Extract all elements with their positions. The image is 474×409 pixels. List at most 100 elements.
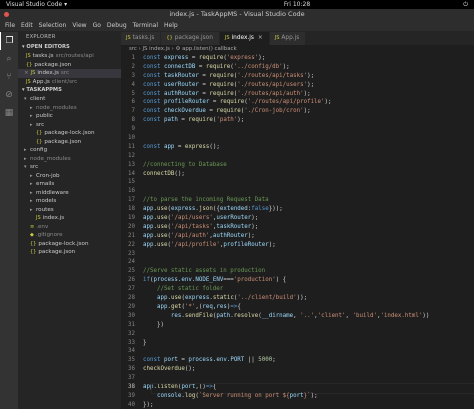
code-line[interactable]: 3 const taskRouter = require('./routes/ap… [121, 72, 474, 81]
menu-file[interactable]: File [2, 20, 18, 31]
tree-file[interactable]: ≡ .env [18, 223, 121, 232]
code-line[interactable]: 20 app.use('/api/tasks',taskRouter); [121, 223, 474, 232]
tree-folder[interactable]: ▸ emails [18, 180, 121, 189]
code-token: = [195, 63, 206, 70]
open-editor-item[interactable]: × JS index.js src [18, 69, 121, 78]
code-line[interactable]: 15 [121, 178, 474, 187]
code-line[interactable]: 4 const userRouter = require('./routes/ap… [121, 81, 474, 90]
code-line[interactable]: 37 [121, 374, 474, 383]
code-line[interactable]: 9 [121, 125, 474, 134]
tab-package-json[interactable]: {} package.json [161, 32, 220, 45]
files-icon[interactable]: ❐ [0, 32, 18, 50]
tree-item-name: emails [36, 181, 55, 187]
code-line[interactable]: 38 app.listen(port,()=>{ [121, 382, 474, 394]
config-file-icon: ≡ [30, 223, 35, 230]
source-control-icon[interactable]: ⑂ [0, 68, 18, 86]
close-icon[interactable]: × [258, 35, 263, 41]
menu-help[interactable]: Help [161, 20, 181, 31]
code-line[interactable]: 29 app.get('*',(req,res)=>{ [121, 303, 474, 312]
code-line[interactable]: 1 const express = require('express'); [121, 54, 474, 63]
code-line[interactable]: 36 checkOverdue(); [121, 365, 474, 374]
code-line[interactable]: 26 if(process.env.NODE_ENV==='production'… [121, 276, 474, 285]
code-token: use [156, 206, 168, 213]
line-number: 3 [131, 72, 136, 79]
code-line[interactable]: 22 app.use('/api/profile',profileRouter); [121, 241, 474, 250]
os-app-menu[interactable]: Visual Studio Code ▾ [6, 0, 67, 9]
code-token: '/api/profile' [170, 241, 220, 248]
code-line[interactable]: 11 const app = express(); [121, 143, 474, 152]
tab-tasks-js[interactable]: JS tasks.js [121, 32, 162, 45]
menu-view[interactable]: View [69, 20, 89, 31]
code-line[interactable]: 33} [121, 339, 474, 348]
code-line[interactable]: 10 [121, 134, 474, 143]
code-line[interactable]: 14 connectDB(); [121, 170, 474, 179]
close-window-icon[interactable] [4, 12, 9, 17]
tree-folder[interactable]: ▸ node_modules [18, 155, 121, 164]
code-line[interactable]: 6 const profileRouter = require('./routes… [121, 98, 474, 107]
code-line[interactable]: 23 [121, 250, 474, 259]
open-editor-item[interactable]: JS App.js client/src [18, 78, 121, 87]
open-editors-header[interactable]: ▾ OPEN EDITORS [18, 43, 121, 52]
menu-selection[interactable]: Selection [36, 20, 70, 31]
breadcrumb[interactable]: src › JS index.js › ⚙ app.listen() callb… [121, 45, 474, 54]
code-line[interactable]: 8 const path = require('path'); [121, 116, 474, 125]
code-line[interactable]: 32 [121, 330, 474, 339]
code-line[interactable]: 16 [121, 187, 474, 196]
tree-folder[interactable]: ▸ node_modules [18, 104, 121, 113]
code-line[interactable]: 28 app.use(express.static('../client/bui… [121, 294, 474, 303]
code-line[interactable]: 40}); [121, 401, 474, 409]
tree-file[interactable]: ◆ .gitignore [18, 231, 121, 240]
code-line[interactable]: 30 res.sendFile(path.resolve(__dirname, … [121, 312, 474, 321]
code-line[interactable]: 13 //connecting to Database [121, 161, 474, 170]
tree-folder[interactable]: ▾ client [18, 95, 121, 104]
code-line[interactable]: 18 app.use(express.json({extended:false})… [121, 205, 474, 214]
tab-index-js[interactable]: JS index.js × [219, 32, 270, 45]
code-line[interactable]: 27 //Set static folder [121, 285, 474, 294]
tree-file[interactable]: {} package-lock.json [18, 240, 121, 249]
tree-file[interactable]: {} package.json [18, 138, 121, 147]
code-line[interactable]: 21 app.use('/api/auth',authRouter); [121, 232, 474, 241]
tree-folder[interactable]: ▾ src [18, 163, 121, 172]
extensions-icon[interactable]: ▦ [0, 104, 18, 122]
line-number: 18 [128, 206, 135, 213]
code-editor[interactable]: 1 const express = require ('express'); 2 con… [121, 54, 474, 409]
tree-folder[interactable]: ▸ routes [18, 206, 121, 215]
code-line[interactable]: 35 const port = process.env.PORT || 5000; [121, 356, 474, 365]
tree-folder[interactable]: ▸ public [18, 112, 121, 121]
code-line[interactable]: 25 //Serve static assets in production [121, 267, 474, 276]
tree-folder[interactable]: ▸ middleware [18, 189, 121, 198]
code-line[interactable]: 12 [121, 152, 474, 161]
code-line[interactable]: 7 const checkOverdue = require('./Cron-jo… [121, 107, 474, 116]
search-icon[interactable]: ⌕ [0, 50, 18, 68]
code-line[interactable]: 5 const authRouter = require('./routes/ap… [121, 90, 474, 99]
menu-edit[interactable]: Edit [18, 20, 36, 31]
code-line[interactable]: 17 //to parse the incoming Request Data [121, 196, 474, 205]
code-line[interactable]: 2 const connectDB = require('../config/db… [121, 63, 474, 72]
line-number: 37 [128, 375, 135, 382]
open-editor-item[interactable]: JS tasks.js src/routes/api [18, 52, 121, 61]
tree-folder[interactable]: ▸ Cron-job [18, 172, 121, 181]
code-line[interactable]: 24 [121, 258, 474, 267]
os-clock[interactable]: Fri 10:28 [120, 0, 474, 9]
menu-debug[interactable]: Debug [104, 20, 130, 31]
code-line[interactable]: 34 [121, 347, 474, 356]
code-line[interactable]: 31 }) [121, 321, 474, 330]
tree-file[interactable]: {} package.json [18, 248, 121, 257]
tree-item-name: package.json [44, 138, 82, 145]
os-status-icons[interactable]: ⏻ [463, 0, 468, 9]
tree-folder[interactable]: ▸ models [18, 197, 121, 206]
close-icon[interactable]: × [24, 70, 29, 76]
open-editor-item[interactable]: {} package.json [18, 61, 121, 70]
tree-folder[interactable]: ▸ config [18, 146, 121, 155]
menu-terminal[interactable]: Terminal [130, 20, 161, 31]
tree-folder[interactable]: ▸ src [18, 121, 121, 130]
menu-go[interactable]: Go [90, 20, 104, 31]
project-header[interactable]: ▾ TASKAPPMS [18, 86, 121, 95]
debug-icon[interactable]: ⊘ [0, 86, 18, 104]
tree-file[interactable]: {} package-lock.json [18, 129, 121, 138]
code-line[interactable]: 19 app.use('/api/users',userRouter); [121, 214, 474, 223]
tab-app-js[interactable]: JS App.js [269, 32, 307, 45]
code-line[interactable]: 39 console.log(`Server running on port $… [121, 392, 474, 401]
tree-file[interactable]: JS index.js [18, 214, 121, 223]
